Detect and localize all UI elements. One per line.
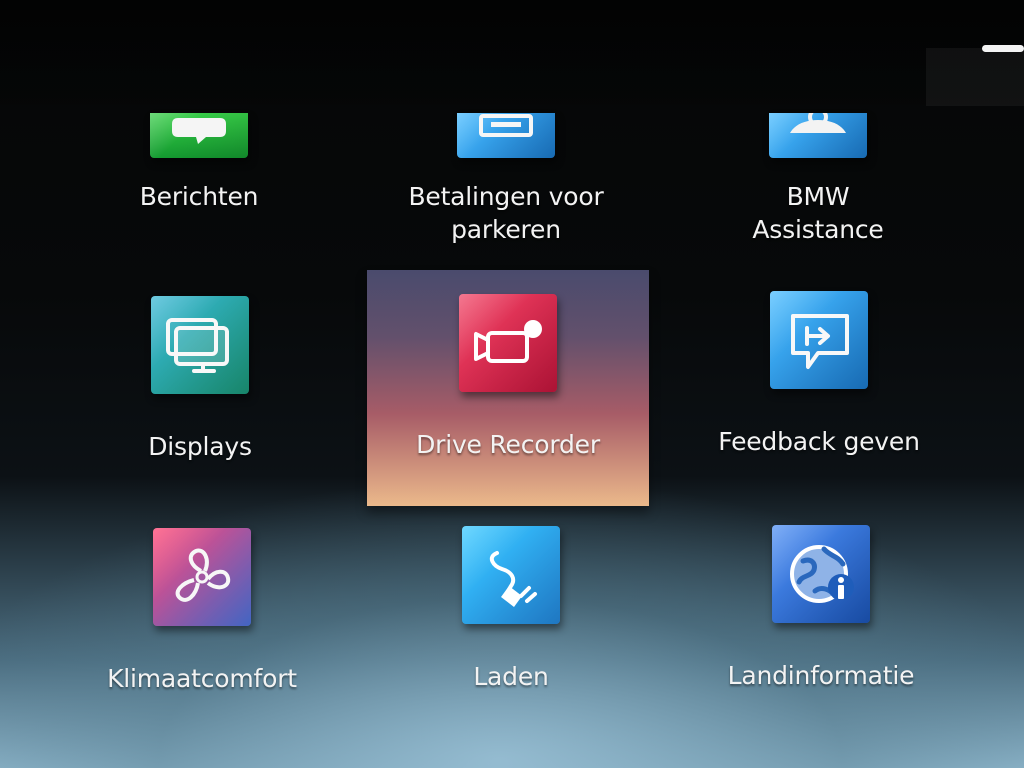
message-bubble-icon [150,113,248,158]
feedback-speech-icon [770,291,868,389]
parking-payment-icon [457,113,555,158]
app-tile-displays[interactable]: Displays [85,296,315,496]
app-tile-feedback[interactable]: Feedback geven [704,291,934,491]
app-label: Betalingen voor parkeren [408,182,604,244]
app-label: Berichten [139,182,259,211]
app-label: Displays [148,432,252,461]
video-recorder-icon [459,294,557,392]
app-tile-bmw-assistance[interactable]: BMW Assistance [703,113,933,313]
assistance-person-icon [769,113,867,158]
app-label: Landinformatie [727,661,915,690]
charging-plug-icon [462,526,560,624]
app-label: Klimaatcomfort [107,664,297,693]
app-label: Drive Recorder [416,430,600,459]
app-tile-country-information[interactable]: Landinformatie [706,525,936,725]
app-tile-berichten[interactable]: Berichten [84,113,314,313]
country-info-globe-icon [772,525,870,623]
top-shadow [0,0,1024,120]
scroll-indicator [982,45,1024,52]
app-label: Feedback geven [718,427,920,456]
fan-icon [153,528,251,626]
app-tile-climate-comfort[interactable]: Klimaatcomfort [87,528,317,728]
app-label: BMW Assistance [752,182,884,244]
top-right-panel [926,48,1024,106]
app-label: Laden [473,662,549,691]
app-menu-screen: Berichten Betalingen voor parkeren BMW A… [0,0,1024,768]
displays-icon [151,296,249,394]
app-tile-charging[interactable]: Laden [396,526,626,726]
app-tile-drive-recorder[interactable]: Drive Recorder [393,294,623,494]
